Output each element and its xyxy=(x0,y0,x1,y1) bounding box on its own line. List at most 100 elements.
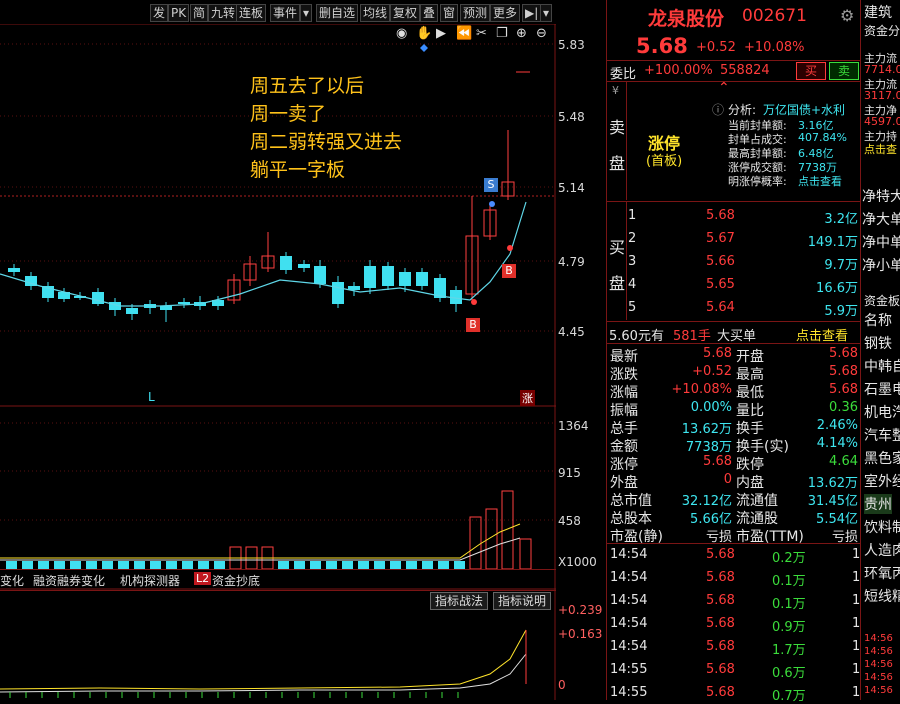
toolbar-last-button[interactable]: ▶| xyxy=(522,4,542,22)
stat-label: 总市值 xyxy=(610,493,652,509)
weibi-value: +100.00% xyxy=(644,63,713,78)
toolbar-lianban-button[interactable]: 连板 xyxy=(236,4,267,22)
stat-label: 开盘 xyxy=(736,349,764,365)
buy-button[interactable]: 买 xyxy=(796,62,826,80)
stat-label: 涨停 xyxy=(610,457,638,473)
mini-tick-time: 14:56 xyxy=(864,646,893,657)
indicator-strategy-button[interactable]: 指标战法 xyxy=(430,592,489,610)
tick-price: 5.68 xyxy=(706,662,735,677)
sector-item[interactable]: 室外经 xyxy=(864,471,900,491)
toolbar-jiuzhuan-button[interactable]: 九转 xyxy=(208,4,239,22)
stock-price: 5.68 xyxy=(636,34,688,58)
toolbar-window-button[interactable]: 窗 xyxy=(440,4,459,22)
volume-bar xyxy=(54,561,65,569)
volume-bar xyxy=(406,561,417,569)
toolbar-more-dropdown-button[interactable]: ▾ xyxy=(540,4,553,22)
toolbar-events-dropdown-button[interactable]: ▾ xyxy=(300,4,313,22)
zoom-in-icon[interactable]: ⊕ xyxy=(516,26,527,41)
bid-volume: 5.9万 xyxy=(824,304,858,319)
tab-institution-detector[interactable]: 机构探测器 xyxy=(120,572,180,589)
toolbar-fuquan-button[interactable]: 复权 xyxy=(390,4,421,22)
bid-price: 5.67 xyxy=(706,231,735,246)
net-flow-label: 净小单 xyxy=(862,258,900,274)
tick-time: 14:54 xyxy=(610,639,648,654)
sector-item[interactable]: 环氧丙 xyxy=(864,563,900,583)
sector-item[interactable]: 人造肉 xyxy=(864,540,900,560)
big-order-qty: 581手 xyxy=(673,329,711,344)
panel-divider xyxy=(606,0,607,700)
toolbar-remove-watchlist-button[interactable]: 删自选 xyxy=(316,4,359,22)
bid-volume: 9.7万 xyxy=(824,258,858,273)
divider xyxy=(607,343,860,344)
toolbar-overlay-button[interactable]: 叠 xyxy=(420,4,439,22)
volume-bar xyxy=(469,516,482,570)
sector-header: 资金板 xyxy=(864,294,900,308)
stat-label: 外盘 xyxy=(610,475,638,491)
toolbar-ma-button[interactable]: 均线 xyxy=(360,4,391,22)
seal-info-value[interactable]: 点击查看 xyxy=(798,173,842,189)
collapse-icon[interactable]: ⌃ xyxy=(718,80,730,96)
annotation-line: 周二弱转强又进去 xyxy=(250,131,403,153)
toolbar-more-button[interactable]: 更多 xyxy=(490,4,521,22)
mini-tick-time: 14:56 xyxy=(864,633,893,644)
stat-value: 5.54亿 xyxy=(816,512,858,527)
tick-volume: 0.2万 xyxy=(772,551,806,566)
volume-bar xyxy=(198,561,209,569)
tick-volume: 0.1万 xyxy=(772,597,806,612)
indicator-help-button[interactable]: 指标说明 xyxy=(493,592,552,610)
stock-name: 龙泉股份 xyxy=(648,8,725,30)
hand-icon[interactable]: ✋ xyxy=(416,26,432,41)
big-order-link[interactable]: 点击查看 xyxy=(796,325,848,344)
tick-time: 14:54 xyxy=(610,616,648,631)
toolbar-jian-button[interactable]: 简 xyxy=(190,4,209,22)
eye-icon[interactable]: ◉ xyxy=(396,26,407,41)
sell-button[interactable]: 卖 xyxy=(829,62,859,80)
tick-flag: 1 xyxy=(852,616,861,631)
sector-item[interactable]: 中韩自 xyxy=(864,356,900,376)
toolbar-pk-button[interactable]: PK xyxy=(168,4,190,22)
sector-item[interactable]: 贵州 xyxy=(864,494,892,514)
tab-fund-bottom[interactable]: 资金抄底 xyxy=(212,572,260,589)
copy-icon[interactable]: ❐ xyxy=(496,26,508,41)
tick-volume: 1.7万 xyxy=(772,643,806,658)
toolbar-events-button[interactable]: 事件 xyxy=(270,4,301,22)
net-flow-label: 净中单 xyxy=(862,235,900,251)
divider xyxy=(626,82,627,200)
volume-bar xyxy=(310,561,321,569)
divider xyxy=(607,543,860,544)
sector-item[interactable]: 短线精 xyxy=(864,586,900,606)
sector-item[interactable]: 机电汽 xyxy=(864,402,900,422)
candle-body xyxy=(160,306,172,310)
tab-change[interactable]: 变化 xyxy=(0,572,24,589)
rewind-icon[interactable]: ⏪ xyxy=(456,26,472,41)
divider xyxy=(607,321,860,322)
toolbar-predict-button[interactable]: 预测 xyxy=(460,4,491,22)
indicator-axis-label: +0.239 xyxy=(558,603,603,617)
annotation-line: 周五去了以后 xyxy=(250,75,365,97)
scissors-icon[interactable]: ✂ xyxy=(476,26,487,41)
sector-item[interactable]: 饮料制 xyxy=(864,517,900,537)
tab-l2-badge[interactable]: L2 xyxy=(194,572,212,585)
seal-info-value: 407.84% xyxy=(798,131,847,144)
stat-label: 流通股 xyxy=(736,511,778,527)
zoom-out-icon[interactable]: ⊖ xyxy=(536,26,547,41)
sector-item[interactable]: 黑色家 xyxy=(864,448,900,468)
indicator-axis-label: 0 xyxy=(558,678,566,692)
tab-margin-trading[interactable]: 融资融券变化 xyxy=(33,572,105,589)
analysis-value[interactable]: 万亿国债+水利 xyxy=(763,101,845,118)
sector-item[interactable]: 石墨电 xyxy=(864,379,900,399)
play-icon[interactable]: ▶ xyxy=(436,26,446,41)
divider xyxy=(607,60,860,61)
sector-item[interactable]: 钢铁 xyxy=(864,333,892,353)
bid-level: 1 xyxy=(628,208,637,223)
gear-icon[interactable]: ⚙ xyxy=(840,6,854,25)
main-flow-item[interactable]: 点击查 xyxy=(864,141,897,157)
toolbar-fa-button[interactable]: 发 xyxy=(150,4,169,22)
sector-item[interactable]: 汽车整 xyxy=(864,425,900,445)
tick-time: 14:55 xyxy=(610,662,648,677)
tick-volume: 0.1万 xyxy=(772,574,806,589)
tick-price: 5.68 xyxy=(706,547,735,562)
tick-flag: 1 xyxy=(852,639,861,654)
net-flow-label: 净大单 xyxy=(862,212,900,228)
indicator-tabs: 变化 融资融券变化 机构探测器 L2 资金抄底 xyxy=(0,569,556,591)
